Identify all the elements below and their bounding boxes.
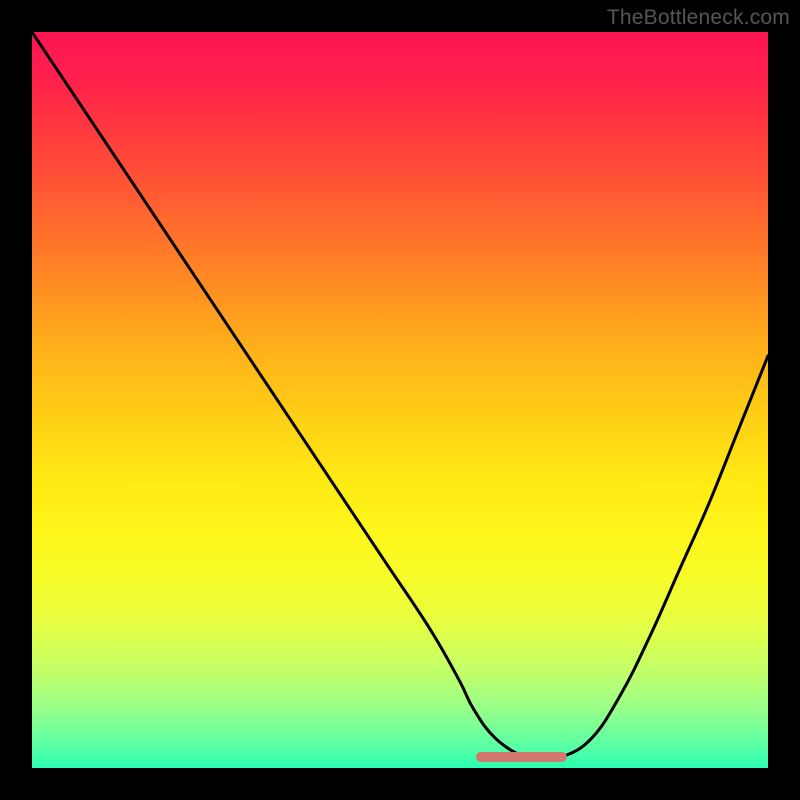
plot-area: [32, 32, 768, 768]
watermark-text: TheBottleneck.com: [607, 6, 790, 30]
curve-svg: [32, 32, 768, 768]
chart-frame: TheBottleneck.com: [0, 0, 800, 800]
bottleneck-curve: [32, 32, 768, 759]
